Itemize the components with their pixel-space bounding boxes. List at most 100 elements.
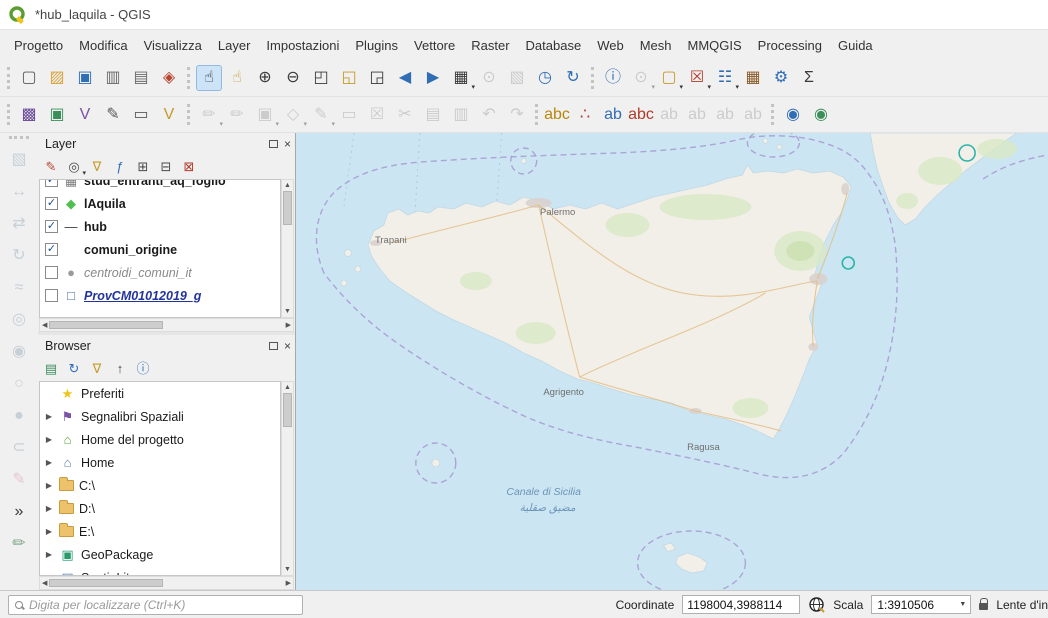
scroll-up-icon[interactable]: ▲ — [282, 180, 293, 191]
cad-tools-button[interactable]: ▧ — [6, 147, 32, 173]
menu-processing[interactable]: Processing — [750, 34, 830, 57]
toolbar-grip[interactable] — [591, 67, 595, 89]
browser-properties-button[interactable]: ⓘ — [132, 358, 154, 379]
menu-progetto[interactable]: Progetto — [6, 34, 71, 57]
menu-web[interactable]: Web — [589, 34, 632, 57]
manage-map-themes-button[interactable]: ◎▾ — [63, 156, 85, 177]
layer-item-stud-entranti-aq-foglio[interactable]: ✓ ▦ stud_entranti_aq_foglio — [40, 179, 280, 192]
expand-arrow-icon[interactable]: ▶ — [44, 504, 54, 513]
browser-horizontal-scrollbar[interactable]: ◀ ▶ — [39, 576, 294, 590]
float-panel-icon[interactable] — [269, 342, 278, 350]
zoom-out-button[interactable]: ⊖ — [280, 65, 306, 91]
toolbar-grip[interactable] — [535, 104, 539, 125]
save-layer-edits-button[interactable]: ▣▾ — [252, 102, 278, 128]
expand-arrow-icon[interactable]: ▶ — [44, 550, 54, 559]
browser-item-drive-c[interactable]: ▶ C:\ — [40, 474, 280, 497]
move-label-button[interactable]: ab — [656, 102, 682, 128]
layer-labeling-button[interactable]: abc — [544, 102, 570, 128]
remove-layer-button[interactable]: ⊠ — [178, 156, 200, 177]
zoom-next-button[interactable]: ▶ — [420, 65, 446, 91]
layer-item-provcm01012019[interactable]: □ ProvCM01012019_g — [40, 284, 280, 307]
scroll-left-icon[interactable]: ◀ — [40, 578, 49, 589]
toolbar-grip[interactable] — [187, 104, 191, 125]
browser-item-home-del-progetto[interactable]: ▶ ⌂ Home del progetto — [40, 428, 280, 451]
metasearch-button[interactable]: ◉ — [780, 102, 806, 128]
rotate-feature-button[interactable]: ↻ — [6, 243, 32, 269]
zoom-in-button[interactable]: ⊕ — [252, 65, 278, 91]
scrollbar-thumb[interactable] — [49, 579, 163, 587]
browser-item-segnalibri-spaziali[interactable]: ▶ ⚑ Segnalibri Spaziali — [40, 405, 280, 428]
menu-vettore[interactable]: Vettore — [406, 34, 463, 57]
refresh-map-button[interactable]: ↻ — [560, 65, 586, 91]
coordinate-input[interactable] — [682, 595, 800, 614]
pan-to-selection-button[interactable]: ☝ — [224, 65, 250, 91]
expand-arrow-icon[interactable]: ▶ — [44, 527, 54, 536]
copy-features-button[interactable]: ▤ — [420, 102, 446, 128]
scroll-down-icon[interactable]: ▼ — [282, 306, 293, 317]
current-edits-button[interactable]: ✏▾ — [196, 102, 222, 128]
new-3d-map-view-button[interactable]: ▧ — [504, 65, 530, 91]
toolbar-grip[interactable] — [771, 104, 775, 125]
pin-labels-button[interactable]: ab — [600, 102, 626, 128]
statistical-summary-button[interactable]: Σ — [796, 65, 822, 91]
layer-item-laquila[interactable]: ✓ ◆ lAquila — [40, 192, 280, 215]
map-canvas[interactable]: Palermo Trapani Agrigento Ragusa Canale … — [295, 133, 1048, 590]
zoom-full-button[interactable]: ◰ — [308, 65, 334, 91]
delete-part-button[interactable]: ● — [6, 403, 32, 429]
browser-vertical-scrollbar[interactable]: ▲ ▼ — [281, 381, 294, 576]
reshape-features-button[interactable]: ✎ — [6, 467, 32, 493]
filter-browser-button[interactable]: ∇ — [86, 358, 108, 379]
menu-modifica[interactable]: Modifica — [71, 34, 135, 57]
menu-database[interactable]: Database — [518, 34, 590, 57]
deselect-all-button[interactable]: ☒▾ — [684, 65, 710, 91]
scrollbar-thumb[interactable] — [283, 393, 292, 427]
highlight-pinned-labels-button[interactable]: abc — [628, 102, 654, 128]
save-project-button[interactable]: ▣ — [72, 65, 98, 91]
toggle-editing-button[interactable]: ✏ — [224, 102, 250, 128]
browser-item-spatialite[interactable]: ▶ ▣ SpatiaLite — [40, 566, 280, 576]
zoom-last-button[interactable]: ◀ — [392, 65, 418, 91]
layer-visibility-checkbox[interactable]: ✓ — [45, 197, 58, 210]
more-tools-button[interactable]: » — [6, 499, 32, 525]
scroll-right-icon[interactable]: ▶ — [284, 320, 293, 331]
layer-list-horizontal-scrollbar[interactable]: ◀ ▶ — [39, 318, 294, 332]
undo-button[interactable]: ↶ — [476, 102, 502, 128]
vertex-tool-button[interactable]: ✎▾ — [308, 102, 334, 128]
browser-item-geopackage[interactable]: ▶ ▣ GeoPackage — [40, 543, 280, 566]
layer-visibility-checkbox[interactable] — [45, 289, 58, 302]
locator-search[interactable] — [8, 595, 303, 615]
zoom-native-button[interactable]: ⊙ — [476, 65, 502, 91]
add-feature-button[interactable]: ◇▾ — [280, 102, 306, 128]
pan-map-button[interactable]: ☝ — [196, 65, 222, 91]
annotation-tool-button[interactable]: ✏ — [6, 531, 32, 557]
layer-visibility-checkbox[interactable]: ✓ — [45, 243, 58, 256]
float-panel-icon[interactable] — [269, 140, 278, 148]
expand-arrow-icon[interactable]: ▶ — [44, 435, 54, 444]
delete-ring-button[interactable]: ○ — [6, 371, 32, 397]
processing-toolbox-button[interactable]: ⚙ — [768, 65, 794, 91]
expand-arrow-icon[interactable]: ▶ — [44, 458, 54, 467]
temporal-controller-button[interactable]: ◷ — [532, 65, 558, 91]
scroll-down-icon[interactable]: ▼ — [282, 564, 293, 575]
open-project-button[interactable]: ▨ — [44, 65, 70, 91]
fill-ring-button[interactable]: ◉ — [6, 339, 32, 365]
new-temporary-scratch-layer-button[interactable]: V — [156, 102, 182, 128]
layer-visibility-checkbox[interactable]: ✓ — [45, 220, 58, 233]
browser-item-home[interactable]: ▶ ⌂ Home — [40, 451, 280, 474]
menu-raster[interactable]: Raster — [463, 34, 517, 57]
layer-visibility-checkbox[interactable]: ✓ — [45, 179, 58, 187]
menu-mmqgis[interactable]: MMQGIS — [679, 34, 749, 57]
close-panel-icon[interactable]: × — [284, 340, 291, 352]
layer-item-hub[interactable]: ✓ — hub — [40, 215, 280, 238]
add-selected-layers-button[interactable]: ▤ — [40, 358, 62, 379]
locator-input[interactable] — [29, 598, 296, 612]
redo-button[interactable]: ↷ — [504, 102, 530, 128]
scroll-right-icon[interactable]: ▶ — [284, 578, 293, 589]
collapse-all-browser-button[interactable]: ↑ — [109, 358, 131, 379]
change-label-button[interactable]: ab — [712, 102, 738, 128]
zoom-to-selection-button[interactable]: ◱ — [336, 65, 362, 91]
combo-arrow-icon[interactable]: ▼ — [955, 601, 970, 608]
scroll-left-icon[interactable]: ◀ — [40, 320, 49, 331]
close-panel-icon[interactable]: × — [284, 138, 291, 150]
new-virtual-layer-button[interactable]: ▭ — [128, 102, 154, 128]
